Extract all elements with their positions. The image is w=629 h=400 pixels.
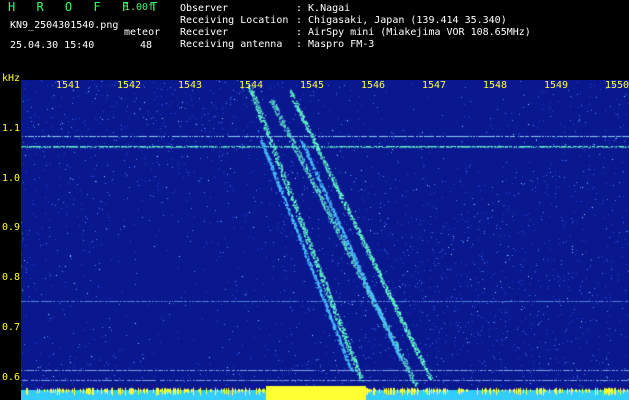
observer-label: Observer bbox=[180, 3, 229, 14]
y-tick-label: 0.6 bbox=[2, 372, 21, 383]
location-value: : Chigasaki, Japan (139.414 35.340) bbox=[296, 15, 507, 26]
y-axis-unit: kHz bbox=[2, 73, 21, 84]
x-tick-label: 1547 bbox=[422, 80, 447, 91]
x-tick-label: 1550 bbox=[605, 80, 629, 91]
x-tick-label: 1545 bbox=[300, 80, 325, 91]
receiver-label: Receiver bbox=[180, 27, 229, 38]
date-time: 25.04.30 15:40 bbox=[10, 40, 95, 51]
antenna-value: : Maspro FM-3 bbox=[296, 39, 375, 50]
y-tick-label: 1.1 bbox=[2, 123, 21, 134]
location-label: Receiving Location bbox=[180, 15, 289, 26]
y-tick-label: 0.8 bbox=[2, 272, 21, 283]
x-tick-label: 1543 bbox=[178, 80, 203, 91]
antenna-label: Receiving antenna bbox=[180, 39, 283, 50]
x-tick-label: 1546 bbox=[361, 80, 386, 91]
meteor-count: 48 bbox=[140, 40, 153, 51]
spectrogram-canvas bbox=[21, 80, 629, 400]
y-tick-label: 0.9 bbox=[2, 222, 21, 233]
file-name: KN9_2504301540.png bbox=[10, 20, 119, 31]
receiver-value: : AirSpy mini (Miakejima VOR 108.65MHz) bbox=[296, 27, 531, 38]
x-tick-label: 1548 bbox=[483, 80, 508, 91]
mode-label: meteor bbox=[124, 27, 161, 38]
x-tick-label: 1549 bbox=[544, 80, 569, 91]
x-tick-label: 1542 bbox=[117, 80, 142, 91]
y-tick-label: 1.0 bbox=[2, 173, 21, 184]
x-tick-label: 1541 bbox=[56, 80, 81, 91]
x-tick-label: 1544 bbox=[239, 80, 264, 91]
app-version: 1.00f bbox=[124, 2, 155, 13]
y-tick-label: 0.7 bbox=[2, 322, 21, 333]
observer-value: : K.Nagai bbox=[296, 3, 351, 14]
